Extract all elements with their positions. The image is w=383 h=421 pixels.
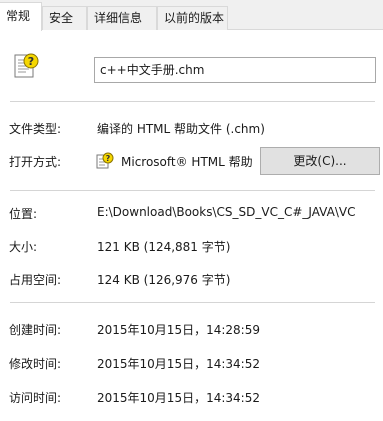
tab-bar: 常规 安全 详细信息 以前的版本 <box>0 0 383 31</box>
tab-details[interactable]: 详细信息 <box>87 6 157 30</box>
chm-file-icon: ? <box>14 53 39 78</box>
location-value: E:\Download\Books\CS_SD_VC_C#_JAVA\VC <box>97 205 356 219</box>
created-label: 创建时间: <box>9 323 62 337</box>
tab-security[interactable]: 安全 <box>42 6 87 30</box>
accessed-value: 2015年10月15日，14:34:52 <box>97 391 260 405</box>
tab-previous-versions[interactable]: 以前的版本 <box>157 6 228 30</box>
modified-label: 修改时间: <box>9 357 62 371</box>
svg-text:?: ? <box>28 55 34 68</box>
size-value: 121 KB (124,881 字节) <box>97 240 231 254</box>
separator <box>10 302 375 303</box>
tab-general[interactable]: 常规 <box>0 2 42 31</box>
change-button[interactable]: 更改(C)... <box>260 147 380 175</box>
location-label: 位置: <box>9 207 38 221</box>
modified-value: 2015年10月15日，14:34:52 <box>97 357 260 371</box>
file-type-value: 编译的 HTML 帮助文件 (.chm) <box>97 122 265 136</box>
open-with-app-name: Microsoft® HTML 帮助 <box>121 155 253 169</box>
html-help-app-icon: ? <box>96 152 114 169</box>
file-type-label: 文件类型: <box>9 122 62 136</box>
file-name-input[interactable]: c++中文手册.chm <box>94 57 376 83</box>
accessed-label: 访问时间: <box>9 391 62 405</box>
open-with-label: 打开方式: <box>9 155 62 169</box>
disk-size-label: 占用空间: <box>9 273 62 287</box>
separator <box>10 190 375 191</box>
svg-text:?: ? <box>106 154 111 163</box>
separator <box>10 101 375 102</box>
created-value: 2015年10月15日，14:28:59 <box>97 323 260 337</box>
size-label: 大小: <box>9 240 38 254</box>
disk-size-value: 124 KB (126,976 字节) <box>97 273 231 287</box>
